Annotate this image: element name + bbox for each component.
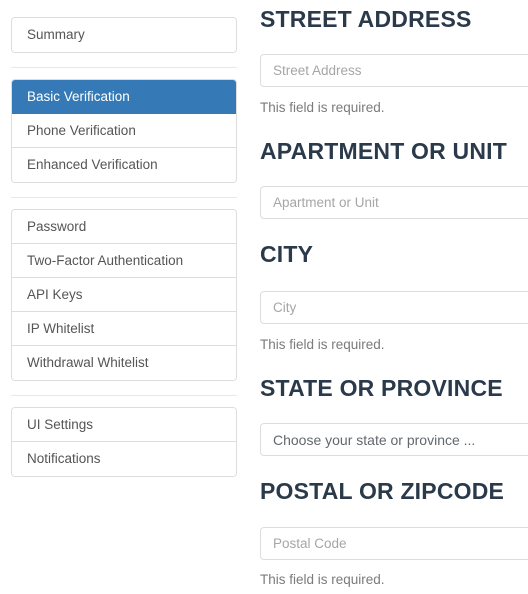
city-input[interactable] bbox=[260, 291, 528, 324]
sidebar-divider-3 bbox=[11, 395, 237, 396]
settings-sidebar: Summary Basic Verification Phone Verific… bbox=[0, 0, 248, 477]
state-or-province-select[interactable]: Choose your state or province ... bbox=[260, 423, 528, 456]
sidebar-item-notifications[interactable]: Notifications bbox=[12, 442, 236, 476]
sidebar-item-api-keys[interactable]: API Keys bbox=[12, 278, 236, 312]
help-street-address: This field is required. bbox=[260, 100, 385, 115]
postal-or-zipcode-input[interactable] bbox=[260, 527, 528, 560]
label-apartment-or-unit: APARTMENT OR UNIT bbox=[260, 138, 508, 164]
sidebar-group-security: Password Two-Factor Authentication API K… bbox=[11, 209, 237, 381]
sidebar-group-verification: Basic Verification Phone Verification En… bbox=[11, 79, 237, 183]
sidebar-item-summary[interactable]: Summary bbox=[12, 18, 236, 52]
label-state-or-province: STATE OR PROVINCE bbox=[260, 375, 503, 401]
sidebar-item-password[interactable]: Password bbox=[12, 210, 236, 244]
sidebar-divider-2 bbox=[11, 197, 237, 198]
sidebar-item-basic-verification[interactable]: Basic Verification bbox=[12, 80, 236, 114]
sidebar-item-phone-verification[interactable]: Phone Verification bbox=[12, 114, 236, 148]
label-city: CITY bbox=[260, 241, 314, 267]
label-postal-or-zipcode: POSTAL OR ZIPCODE bbox=[260, 478, 505, 504]
sidebar-group-preferences: UI Settings Notifications bbox=[11, 407, 237, 477]
label-street-address: STREET ADDRESS bbox=[260, 6, 472, 32]
help-postal-or-zipcode: This field is required. bbox=[260, 572, 385, 587]
sidebar-group-account: Summary bbox=[11, 17, 237, 53]
sidebar-item-two-factor-authentication[interactable]: Two-Factor Authentication bbox=[12, 244, 236, 278]
apartment-or-unit-input[interactable] bbox=[260, 186, 528, 219]
sidebar-item-ip-whitelist[interactable]: IP Whitelist bbox=[12, 312, 236, 346]
sidebar-item-ui-settings[interactable]: UI Settings bbox=[12, 408, 236, 442]
sidebar-item-enhanced-verification[interactable]: Enhanced Verification bbox=[12, 148, 236, 182]
settings-page: Summary Basic Verification Phone Verific… bbox=[0, 0, 528, 594]
sidebar-item-withdrawal-whitelist[interactable]: Withdrawal Whitelist bbox=[12, 346, 236, 380]
street-address-input[interactable] bbox=[260, 54, 528, 87]
sidebar-divider-1 bbox=[11, 67, 237, 68]
help-city: This field is required. bbox=[260, 337, 385, 352]
